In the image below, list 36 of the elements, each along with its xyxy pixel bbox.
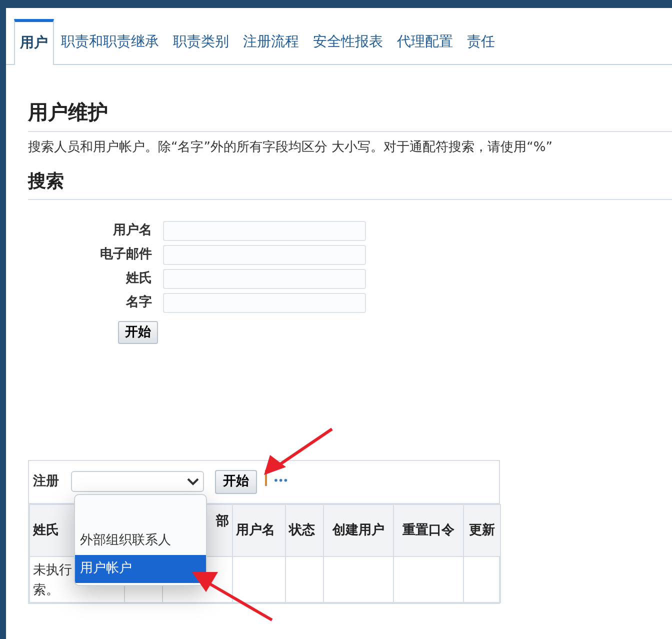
column-header: 状态 xyxy=(289,522,315,538)
register-label: 注册 xyxy=(33,472,59,491)
empty-message: 未执行 xyxy=(33,562,72,580)
input-field[interactable] xyxy=(163,268,366,288)
input-field[interactable] xyxy=(163,220,366,240)
more-button[interactable]: ••• xyxy=(273,474,288,490)
page-title: 用户维护 xyxy=(28,99,109,126)
column-header: 更新 xyxy=(469,522,495,538)
field-label: 姓氏 xyxy=(124,270,153,288)
start-button[interactable]: 开始 xyxy=(215,470,257,494)
tab[interactable]: 注册流程 xyxy=(236,20,306,64)
tab[interactable]: 安全性报表 xyxy=(306,20,390,64)
chevron-icon xyxy=(187,478,199,486)
description: 搜索人员和用户帐户。除“名字”外的所有字段均区分 大小写。对于通配符搜索，请使用“%” xyxy=(28,139,554,157)
section-title: 搜索 xyxy=(28,170,65,194)
tab[interactable]: 代理配置 xyxy=(390,20,460,64)
empty-message: 索。 xyxy=(33,582,59,600)
tab[interactable]: 职责类别 xyxy=(166,20,236,64)
column-header: 姓氏 xyxy=(33,522,59,538)
field-label: 用户名 xyxy=(112,222,153,240)
column-header: 部 xyxy=(214,512,229,531)
start-button[interactable]: 开始 xyxy=(118,320,158,344)
tab[interactable]: 用户 xyxy=(14,19,54,65)
annotation-arrow xyxy=(262,427,334,477)
field-label: 名字 xyxy=(124,294,153,312)
tab[interactable]: 责任 xyxy=(460,20,502,64)
dropdown-option[interactable]: 用户帐户 xyxy=(75,554,206,583)
input-field[interactable] xyxy=(163,244,366,264)
register-select[interactable] xyxy=(71,471,204,492)
tab[interactable]: 职责和职责继承 xyxy=(54,20,166,64)
column-header: 重置口令 xyxy=(402,522,454,538)
field-label: 电子邮件 xyxy=(99,246,153,264)
dropdown-option[interactable]: 外部组织联系人 xyxy=(75,526,206,555)
column-header: 创建用户 xyxy=(332,522,384,538)
column-header: 用户名 xyxy=(236,522,275,538)
input-field[interactable] xyxy=(163,292,366,312)
